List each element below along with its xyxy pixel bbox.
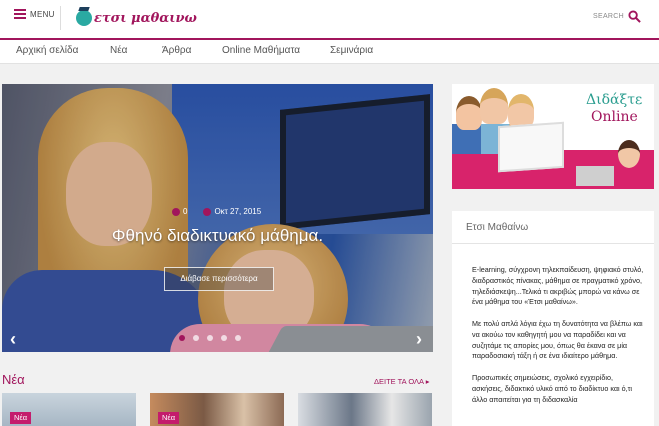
- nav-item-news[interactable]: Νέα: [110, 45, 127, 56]
- banner-teacher-image: [618, 140, 640, 168]
- nav-item-seminars[interactable]: Σεμινάρια: [330, 45, 373, 56]
- search-icon: [628, 10, 641, 23]
- slider-dots: [179, 335, 241, 341]
- slider-dot[interactable]: [179, 335, 185, 341]
- comment-icon: [172, 207, 180, 216]
- nav-item-online-lessons[interactable]: Online Μαθήματα: [222, 45, 300, 56]
- header-divider: [60, 6, 61, 30]
- site-logo[interactable]: ετσι μαθαινω: [76, 5, 197, 31]
- slider-dot[interactable]: [221, 335, 227, 341]
- panel-paragraph: E-learning, σύγχρονη τηλεκπαίδευση, ψηφι…: [472, 265, 644, 307]
- nav-item-home[interactable]: Αρχική σελίδα: [16, 45, 78, 56]
- logo-text: ετσι μαθαινω: [94, 10, 197, 26]
- news-card[interactable]: Νέα: [150, 393, 284, 426]
- banner-laptop-image: [498, 121, 564, 173]
- next-slide-icon[interactable]: ›: [416, 329, 422, 350]
- news-badge: Νέα: [10, 412, 32, 424]
- menu-button[interactable]: MENU: [14, 9, 55, 19]
- news-card[interactable]: [298, 393, 432, 426]
- clock-icon: [203, 207, 212, 216]
- comments-value: 0: [183, 207, 188, 216]
- post-date-value: Οκτ 27, 2015: [214, 207, 262, 216]
- site-header: MENU ετσι μαθαινω SEARCH: [0, 0, 659, 38]
- nav-item-articles[interactable]: Άρθρα: [162, 45, 191, 56]
- see-all-news-link[interactable]: ΔΕΙΤΕ ΤΑ ΟΛΑ ▸: [374, 377, 429, 386]
- news-card[interactable]: Νέα: [2, 393, 136, 426]
- post-date: Οκτ 27, 2015: [203, 207, 261, 216]
- news-heading: Νέα: [2, 372, 25, 387]
- panel-paragraph: Προσωπικές σημειώσεις, σχολικό εγχειρίδι…: [472, 372, 633, 404]
- slider-dot[interactable]: [193, 335, 199, 341]
- panel-paragraph: Με πολύ απλά λόγια έχω τη δυνατότητα να …: [472, 318, 643, 361]
- hero-slider: 0 Οκτ 27, 2015 Φθηνό διαδικτυακό μάθημα.…: [2, 84, 433, 352]
- post-meta: 0 Οκτ 27, 2015: [172, 207, 261, 216]
- prev-slide-icon[interactable]: ‹: [10, 329, 16, 350]
- slider-dot[interactable]: [235, 335, 241, 341]
- search-button[interactable]: SEARCH: [593, 10, 641, 23]
- banner-subtitle: Online: [591, 109, 638, 125]
- menu-label: MENU: [30, 9, 55, 19]
- news-badge: Νέα: [158, 412, 180, 424]
- banner-kid: [456, 96, 482, 130]
- graduation-cap-icon: [76, 10, 92, 26]
- about-panel: Ετσι Μαθαίνω E-learning, σύγχρονη τηλεκπ…: [452, 211, 654, 426]
- panel-body: E-learning, σύγχρονη τηλεκπαίδευση, ψηφι…: [472, 265, 644, 416]
- banner-title: Διδάξτε: [586, 92, 643, 108]
- teach-online-banner[interactable]: Διδάξτε Online: [452, 84, 654, 189]
- banner-kid: [508, 94, 534, 128]
- hero-title[interactable]: Φθηνό διαδικτυακό μάθημα.: [2, 226, 433, 246]
- search-label: SEARCH: [593, 13, 624, 20]
- slider-dot[interactable]: [207, 335, 213, 341]
- news-card-image: [298, 393, 432, 426]
- read-more-button[interactable]: Διάβασε περισσότερα: [164, 267, 274, 291]
- banner-kid: [480, 88, 508, 124]
- panel-divider: [452, 243, 654, 244]
- hero-overlay: [2, 84, 433, 352]
- banner-teacher-laptop: [576, 166, 614, 186]
- panel-title: Ετσι Μαθαίνω: [466, 222, 529, 233]
- hamburger-icon: [14, 9, 26, 19]
- comments-count[interactable]: 0: [172, 207, 187, 216]
- main-nav: Αρχική σελίδα Νέα Άρθρα Online Μαθήματα …: [0, 38, 659, 64]
